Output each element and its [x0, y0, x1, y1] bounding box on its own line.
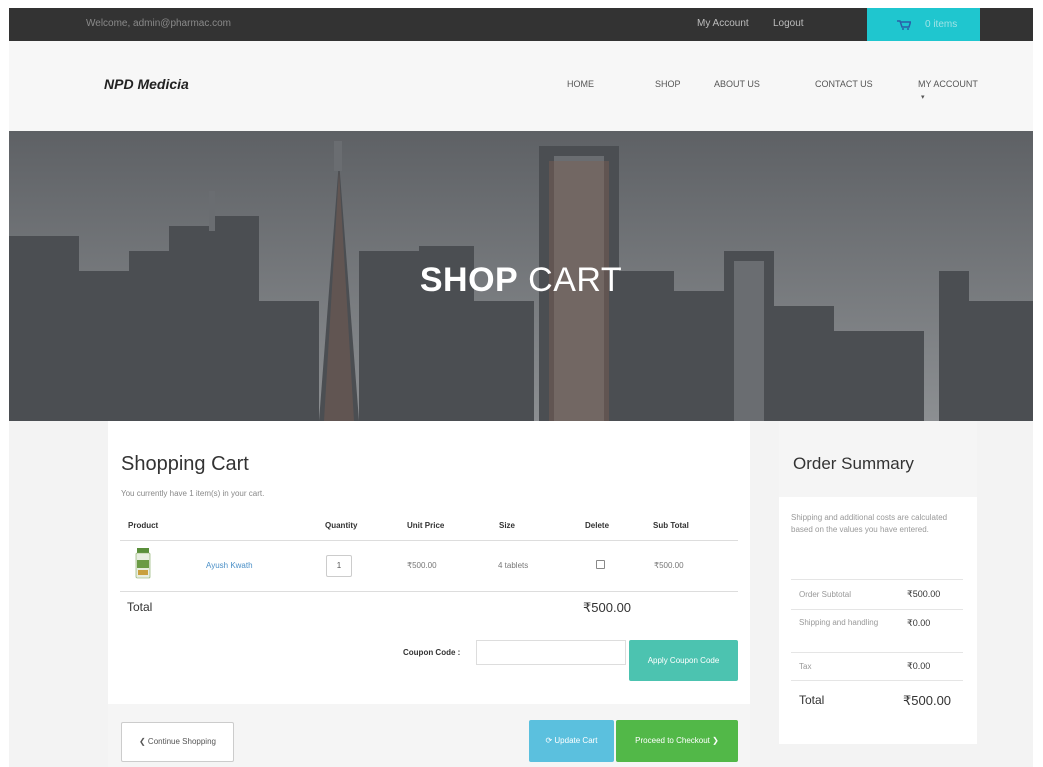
welcome-text: Welcome, admin@pharmac.com	[86, 18, 232, 29]
table-divider	[120, 540, 738, 541]
chevron-down-icon: ▾	[921, 94, 925, 101]
header-sub-total: Sub Total	[653, 521, 689, 530]
hero-banner: SHOP CART	[9, 131, 1033, 421]
order-summary-panel: Order Summary Shipping and additional co…	[779, 421, 977, 744]
top-bar: Welcome, admin@pharmac.com My Account Lo…	[9, 8, 1033, 41]
brand-logo[interactable]: NPD Medicia	[104, 76, 189, 92]
total-label: Total	[127, 600, 153, 614]
header-delete: Delete	[585, 521, 610, 530]
continue-shopping-button[interactable]: ❮ Continue Shopping	[121, 722, 234, 762]
update-cart-button[interactable]: ⟳ Update Cart	[529, 720, 614, 762]
unit-price-value: ₹500.00	[407, 561, 437, 570]
quantity-input[interactable]: 1	[326, 555, 352, 577]
coupon-code-label: Coupon Code :	[403, 648, 461, 657]
hero-title: SHOP CART	[9, 261, 1033, 300]
nav-my-account[interactable]: MY ACCOUNT	[918, 79, 978, 89]
summary-divider	[791, 652, 963, 653]
nav-about-us[interactable]: ABOUT US	[714, 79, 760, 89]
tax-value: ₹0.00	[907, 661, 931, 671]
nav-home[interactable]: HOME	[567, 79, 594, 89]
order-subtotal-label: Order Subtotal	[799, 590, 852, 599]
sub-total-value: ₹500.00	[654, 561, 684, 570]
header-unit-price: Unit Price	[407, 521, 445, 530]
order-summary-header: Order Summary	[779, 421, 977, 497]
product-thumbnail[interactable]	[135, 548, 151, 580]
summary-divider	[791, 680, 963, 681]
product-name-link[interactable]: Ayush Kwath	[206, 561, 253, 570]
header-quantity: Quantity	[325, 521, 358, 530]
header-cart-button[interactable]: 0 items	[867, 8, 980, 41]
logout-link[interactable]: Logout	[773, 18, 804, 29]
apply-coupon-button[interactable]: Apply Coupon Code	[629, 640, 738, 681]
summary-total-value: ₹500.00	[903, 693, 952, 708]
table-divider	[120, 591, 738, 592]
cart-count-label: 0 items	[925, 19, 958, 30]
coupon-code-input[interactable]	[476, 640, 626, 665]
main-navbar: NPD Medicia HOME SHOP ABOUT US CONTACT U…	[9, 41, 1033, 131]
order-subtotal-value: ₹500.00	[907, 589, 941, 599]
shopping-cart-icon	[897, 20, 911, 30]
shipping-value: ₹0.00	[907, 618, 931, 628]
cart-title: Shopping Cart	[121, 453, 249, 475]
tax-label: Tax	[799, 662, 812, 671]
shipping-label: Shipping and handling	[799, 618, 879, 627]
cart-item-count-text: You currently have 1 item(s) in your car…	[121, 489, 265, 498]
nav-shop[interactable]: SHOP	[655, 79, 681, 89]
hero-title-bold: SHOP	[419, 261, 519, 299]
hero-title-rest: CART	[518, 261, 623, 299]
summary-total-label: Total	[799, 693, 825, 707]
delete-checkbox[interactable]	[596, 560, 605, 569]
nav-contact-us[interactable]: CONTACT US	[815, 79, 873, 89]
summary-divider	[791, 609, 963, 610]
order-summary-note: Shipping and additional costs are calcul…	[791, 513, 948, 534]
summary-divider	[791, 579, 963, 580]
shopping-cart-panel: Shopping Cart You currently have 1 item(…	[108, 421, 750, 767]
header-size: Size	[499, 521, 516, 530]
total-value: ₹500.00	[583, 600, 632, 615]
header-product: Product	[128, 521, 159, 530]
proceed-to-checkout-button[interactable]: Proceed to Checkout ❯	[616, 720, 738, 762]
my-account-link[interactable]: My Account	[697, 18, 749, 29]
order-summary-title: Order Summary	[793, 454, 914, 473]
size-value: 4 tablets	[498, 561, 529, 570]
